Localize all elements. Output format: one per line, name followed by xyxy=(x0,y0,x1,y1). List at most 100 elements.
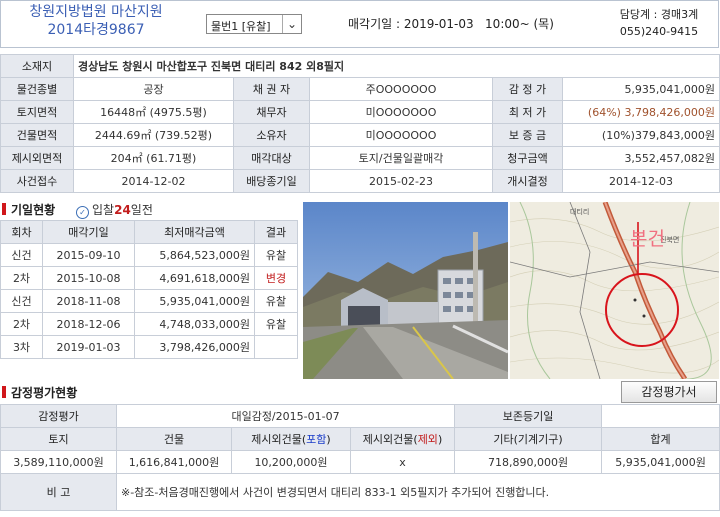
machinery-value: 718,890,000원 xyxy=(454,450,603,474)
property-photo[interactable] xyxy=(303,202,508,379)
cell-label: 개시결정 xyxy=(492,169,563,193)
cell-label: 물건종별 xyxy=(0,77,74,101)
chevron-down-icon[interactable]: ⌄ xyxy=(282,15,301,33)
column-header: 매각기일 xyxy=(42,220,135,244)
case-number: 2014타경9867 xyxy=(47,22,145,38)
cell-label: 건물면적 xyxy=(0,123,74,147)
table-row: 3차 2019-01-03 3,798,426,000원 xyxy=(0,335,298,359)
bidding-section-title: 기일현황 xyxy=(2,201,55,218)
min-price: 5,864,523,000원 xyxy=(134,243,255,267)
appraisal-section-title: 감정평가현황 xyxy=(2,384,77,401)
sale-date: 2015-10-08 xyxy=(42,266,135,290)
cell-label: 채 권 자 xyxy=(233,77,310,101)
column-header: 토지 xyxy=(0,427,117,451)
location-map[interactable]: 대티리 진북면 본건 xyxy=(510,202,719,379)
column-header: 기타(기계기구) xyxy=(454,427,603,451)
include-highlight: 포함 xyxy=(306,433,327,446)
sale-date: 2018-12-06 xyxy=(42,312,135,336)
appraisal-title-text: 감정평가현황 xyxy=(11,386,78,400)
appraisal-label: 감정평가 xyxy=(0,404,117,428)
min-price: 5,935,041,000원 xyxy=(134,289,255,313)
cell-value: 주OOOOOOO xyxy=(309,77,493,101)
cell-value: 토지/건물일괄매각 xyxy=(309,146,493,170)
appraisal-price: 5,935,041,000원 xyxy=(561,77,720,101)
cell-value: 204㎡ (61.71평) xyxy=(73,146,234,170)
column-header: 최저매각금액 xyxy=(134,220,255,244)
result xyxy=(254,335,298,359)
cell-value: 16448㎡ (4975.5평) xyxy=(73,100,234,124)
address-label: 소재지 xyxy=(0,54,74,78)
extra-building-excl: x xyxy=(349,450,456,474)
cell-label: 소유자 xyxy=(233,123,310,147)
appraisal-report-button[interactable]: 감정평가서 xyxy=(621,381,717,403)
table-row: 2차 2015-10-08 4,691,618,000원 변경 xyxy=(0,266,298,290)
cell-label: 배당종기일 xyxy=(233,169,310,193)
cell-value: 2014-12-02 xyxy=(73,169,234,193)
table-row: 물건종별 공장 채 권 자 주OOOOOOO 감 정 가 5,935,041,0… xyxy=(0,77,720,101)
table-row: 3,589,110,000원 1,616,841,000원 10,200,000… xyxy=(0,450,720,474)
days-number: 24 xyxy=(114,203,131,217)
result: 유찰 xyxy=(254,243,298,267)
cell-value: 미OOOOOOO xyxy=(309,100,493,124)
table-row: 신건 2018-11-08 5,935,041,000원 유찰 xyxy=(0,289,298,313)
result: 유찰 xyxy=(254,289,298,313)
days-suffix: 일전 xyxy=(130,203,153,217)
cell-value: 2444.69㎡ (739.52평) xyxy=(73,123,234,147)
cell-label: 보 증 금 xyxy=(492,123,563,147)
table-row: 제시외면적 204㎡ (61.71평) 매각대상 토지/건물일괄매각 청구금액 … xyxy=(0,146,720,170)
cell-label: 감 정 가 xyxy=(492,77,563,101)
round: 신건 xyxy=(0,289,43,313)
registration-value xyxy=(601,404,720,428)
sale-date: 2018-11-08 xyxy=(42,289,135,313)
round: 2차 xyxy=(0,312,43,336)
bidding-title-text: 기일현황 xyxy=(11,203,56,217)
check-circle-icon: ✓ xyxy=(76,206,89,219)
cell-label: 채무자 xyxy=(233,100,310,124)
table-row: 2차 2018-12-06 4,748,033,000원 유찰 xyxy=(0,312,298,336)
cell-label: 토지면적 xyxy=(0,100,74,124)
min-price: 4,748,033,000원 xyxy=(134,312,255,336)
table-row: 신건 2015-09-10 5,864,523,000원 유찰 xyxy=(0,243,298,267)
cell-label: 사건접수 xyxy=(0,169,74,193)
table-row: 건물면적 2444.69㎡ (739.52평) 소유자 미OOOOOOO 보 증… xyxy=(0,123,720,147)
exclude-highlight: 제외 xyxy=(417,433,438,446)
address-value: 경상남도 창원시 마산합포구 진북면 대티리 842 외8필지 xyxy=(72,54,720,78)
cell-label: 청구금액 xyxy=(492,146,563,170)
days-prefix: 입찰 xyxy=(92,203,115,217)
building-value: 1,616,841,000원 xyxy=(116,450,232,474)
total-value: 5,935,041,000원 xyxy=(601,450,720,474)
item-select-value: 물번1 [유찰] xyxy=(211,20,271,33)
cell-value: 2014-12-03 xyxy=(561,169,720,193)
result: 변경 xyxy=(254,266,298,290)
cell-value: 공장 xyxy=(73,77,234,101)
cell-label: 최 저 가 xyxy=(492,100,563,124)
map-label: 본건 xyxy=(630,228,665,250)
round: 2차 xyxy=(0,266,43,290)
column-header: 제시외건물(포함) xyxy=(231,427,351,451)
svg-text:대티리: 대티리 xyxy=(570,207,589,216)
column-header: 제시외건물(제외) xyxy=(349,427,456,451)
column-header: 합계 xyxy=(601,427,720,451)
column-header: 회차 xyxy=(0,220,43,244)
note-label: 비 고 xyxy=(0,473,117,511)
min-price: 3,798,426,000원 xyxy=(134,335,255,359)
extra-building-incl: 10,200,000원 xyxy=(231,450,351,474)
sale-date-label: 매각기일 xyxy=(348,17,393,31)
result: 유찰 xyxy=(254,312,298,336)
item-select[interactable]: 물번1 [유찰] ⌄ xyxy=(206,14,302,34)
section-marker-icon xyxy=(2,386,6,398)
court-name: 창원지방법원 마산지원 xyxy=(29,4,163,20)
table-row: 토지면적 16448㎡ (4975.5평) 채무자 미OOOOOOO 최 저 가… xyxy=(0,100,720,124)
cell-label: 매각대상 xyxy=(233,146,310,170)
cell-value: 2015-02-23 xyxy=(309,169,493,193)
land-value: 3,589,110,000원 xyxy=(0,450,117,474)
deposit-value: (10%)379,843,000원 xyxy=(561,123,720,147)
note-text: ※-참조-처음경매진행에서 사건이 변경되면서 대티리 833-1 외5필지가 … xyxy=(115,473,720,511)
bid-days-remaining: ✓ 입찰24일전 xyxy=(76,201,153,219)
registration-label: 보존등기일 xyxy=(454,404,603,428)
bidding-table: 회차 매각기일 최저매각금액 결과 신건 2015-09-10 5,864,52… xyxy=(0,220,298,359)
sale-date: 2019-01-03 xyxy=(42,335,135,359)
sale-date: 매각기일 : 2019-01-03 10:00~ (목) xyxy=(348,17,554,31)
round: 3차 xyxy=(0,335,43,359)
min-price: 4,691,618,000원 xyxy=(134,266,255,290)
